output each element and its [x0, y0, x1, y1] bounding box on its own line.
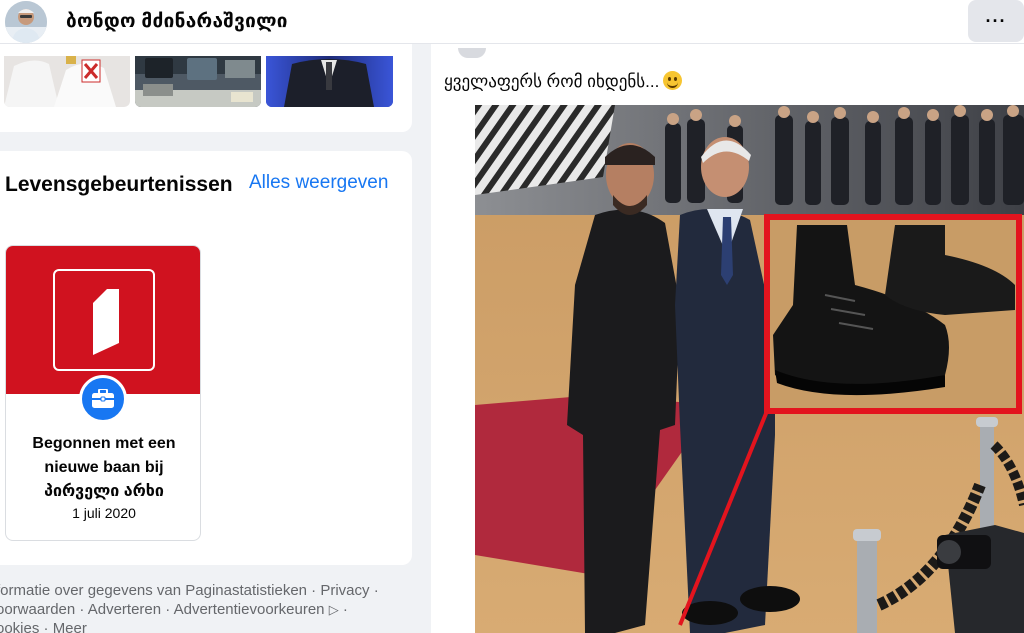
- channel-logo-mark-icon: [93, 289, 119, 355]
- post-caption: ყველაფერს რომ იხდენს...: [444, 72, 660, 91]
- see-all-link[interactable]: Alles weergeven: [249, 172, 388, 194]
- smiling-face-icon: [663, 71, 683, 90]
- channel-logo: [53, 269, 155, 371]
- post-author-avatar[interactable]: [458, 48, 486, 58]
- footer-line-1[interactable]: formatie over gegevens van Paginastatist…: [0, 581, 416, 600]
- post-text: ყველაფერს რომ იხდენს...: [444, 71, 683, 92]
- post-card: ყველაფერს რომ იხდენს...: [431, 44, 1024, 633]
- more-options-button[interactable]: ···: [968, 0, 1024, 42]
- photos-card: [0, 44, 412, 132]
- footer-line-3[interactable]: ookies · Meer: [0, 619, 416, 633]
- life-event-text: Begonnen met een nieuwe baan bij პირველი…: [32, 435, 176, 500]
- footer-line-2[interactable]: oorwaarden · Adverteren · Advertentievoo…: [0, 601, 325, 618]
- more-dots-icon: ···: [985, 10, 1007, 31]
- event-cover-image: [6, 246, 200, 394]
- post-photo[interactable]: [475, 105, 1024, 633]
- profile-avatar[interactable]: [5, 1, 47, 43]
- ad-choices-icon[interactable]: ▷: [329, 602, 339, 617]
- life-event-item[interactable]: Begonnen met een nieuwe baan bij პირველი…: [5, 245, 201, 541]
- life-events-card: Levensgebeurtenissen Alles weergeven Beg…: [0, 151, 412, 565]
- footer-links: formatie over gegevens van Paginastatist…: [0, 581, 416, 633]
- photo-thumbnail[interactable]: [266, 56, 393, 107]
- profile-name[interactable]: ბონდო მძინარაშვილი: [66, 10, 288, 33]
- photo-thumbnail[interactable]: [4, 56, 130, 107]
- photo-thumbnail[interactable]: [135, 56, 261, 107]
- profile-header: ბონდო მძინარაშვილი ···: [0, 0, 1024, 44]
- life-events-title: Levensgebeurtenissen: [5, 173, 233, 196]
- life-event-date: 1 juli 2020: [72, 505, 136, 521]
- briefcase-icon: [79, 375, 127, 423]
